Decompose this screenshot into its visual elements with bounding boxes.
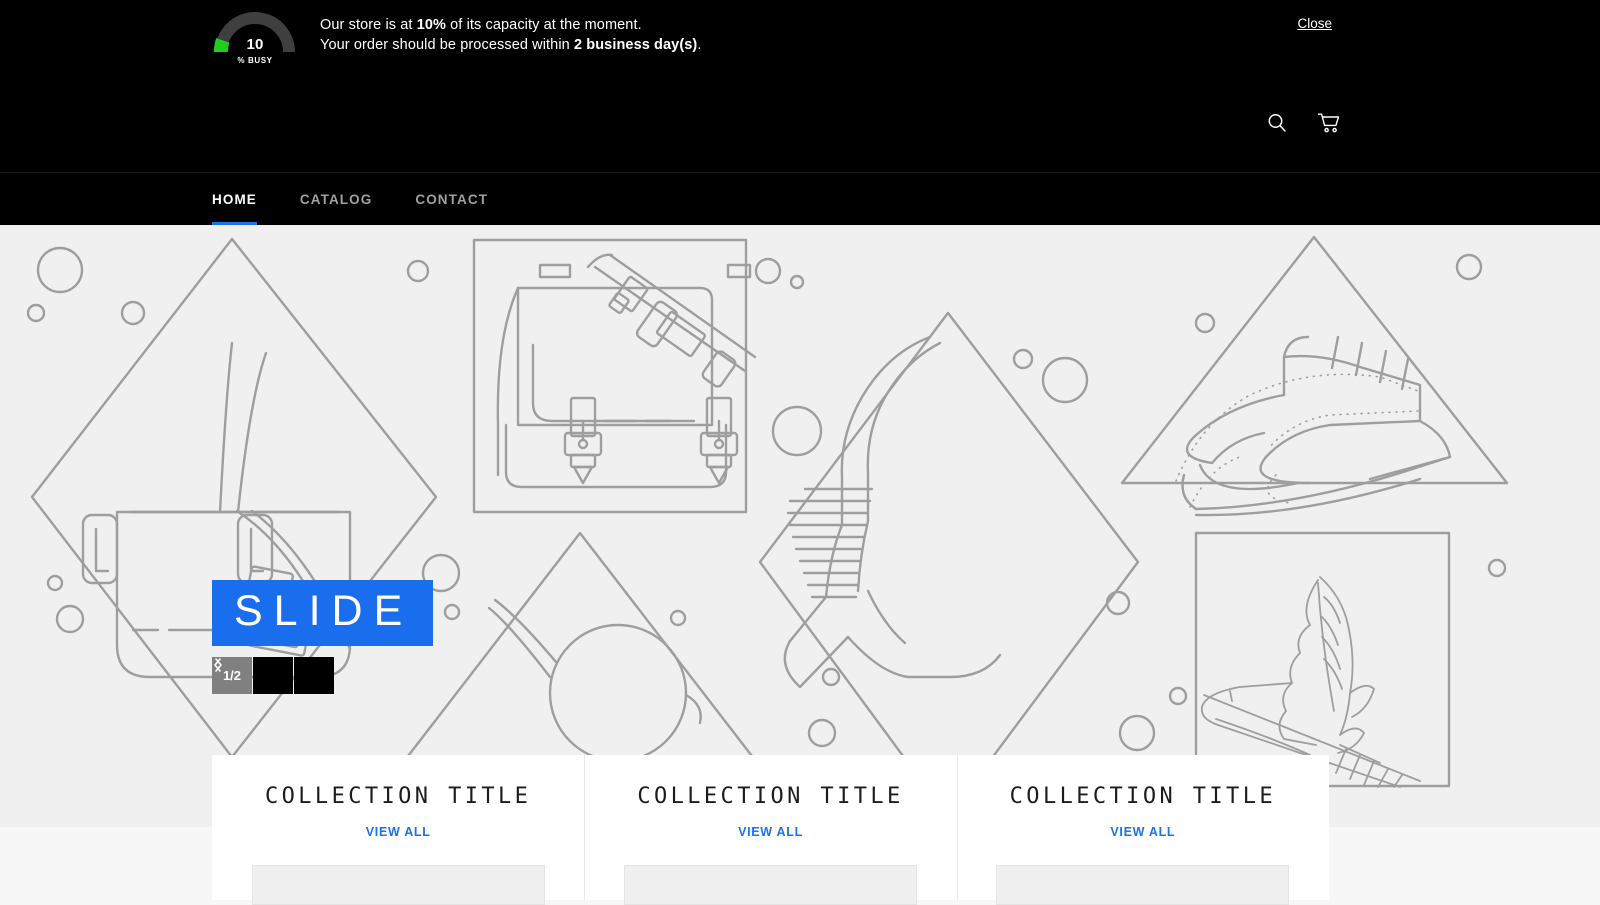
collection-title: COLLECTION TITLE — [637, 784, 904, 809]
chevron-right-icon — [215, 658, 222, 672]
announcement-line-2: Your order should be processed within 2 … — [320, 35, 701, 55]
collection-title: COLLECTION TITLE — [1009, 784, 1276, 809]
announcement-line2-suffix: . — [697, 37, 702, 53]
main-navigation: HOME CATALOG CONTACT — [0, 172, 1600, 226]
collection-card[interactable]: COLLECTION TITLE VIEW ALL — [212, 755, 584, 905]
collection-thumbnail[interactable] — [623, 865, 917, 905]
previous-slide-button[interactable] — [214, 657, 293, 694]
gauge-value: 10 — [246, 36, 264, 53]
nav-item-contact[interactable]: CONTACT — [415, 173, 488, 226]
hero-slideshow[interactable]: SLIDE 1/2 — [0, 225, 1600, 827]
cart-icon[interactable] — [1316, 110, 1342, 136]
nav-item-list: HOME CATALOG CONTACT — [212, 173, 531, 226]
announcement-line1-suffix: of its capacity at the moment. — [446, 17, 642, 33]
collection-list: COLLECTION TITLE VIEW ALL COLLECTION TIT… — [212, 755, 1329, 905]
next-slide-button[interactable] — [215, 657, 334, 694]
collection-title: COLLECTION TITLE — [265, 784, 532, 809]
slideshow-placeholder-illustration — [26, 235, 1509, 819]
collection-thumbnail[interactable] — [996, 865, 1290, 905]
view-all-link[interactable]: VIEW ALL — [957, 825, 1329, 839]
view-all-link[interactable]: VIEW ALL — [584, 825, 956, 839]
collection-thumbnail[interactable] — [251, 865, 545, 905]
collection-card[interactable]: COLLECTION TITLE VIEW ALL — [956, 755, 1329, 905]
slide-caption: SLIDE — [212, 580, 434, 646]
announcement-line1-prefix: Our store is at — [320, 17, 417, 33]
announcement-capacity-percent: 10% — [416, 17, 447, 33]
nav-item-home[interactable]: HOME — [212, 173, 257, 226]
gauge-unit-label: % BUSY — [237, 56, 273, 65]
site-header: 10 % BUSY Our store is at 10% of its cap… — [0, 0, 1600, 172]
announcement-processing-time: 2 business day(s) — [573, 37, 698, 53]
search-icon[interactable] — [1264, 110, 1290, 136]
announcement-line-1: Our store is at 10% of its capacity at t… — [320, 15, 701, 35]
close-announcement-button[interactable]: Close — [1297, 16, 1332, 31]
view-all-link[interactable]: VIEW ALL — [212, 825, 584, 839]
header-icon-group — [1264, 110, 1342, 136]
nav-item-catalog[interactable]: CATALOG — [300, 173, 372, 226]
collection-card[interactable]: COLLECTION TITLE VIEW ALL — [584, 755, 956, 905]
store-capacity-gauge: 10 % BUSY — [212, 4, 298, 70]
announcement-line2-prefix: Your order should be processed within — [320, 37, 574, 53]
announcement-message: Our store is at 10% of its capacity at t… — [320, 15, 701, 55]
slideshow-controls: 1/2 — [212, 657, 334, 694]
